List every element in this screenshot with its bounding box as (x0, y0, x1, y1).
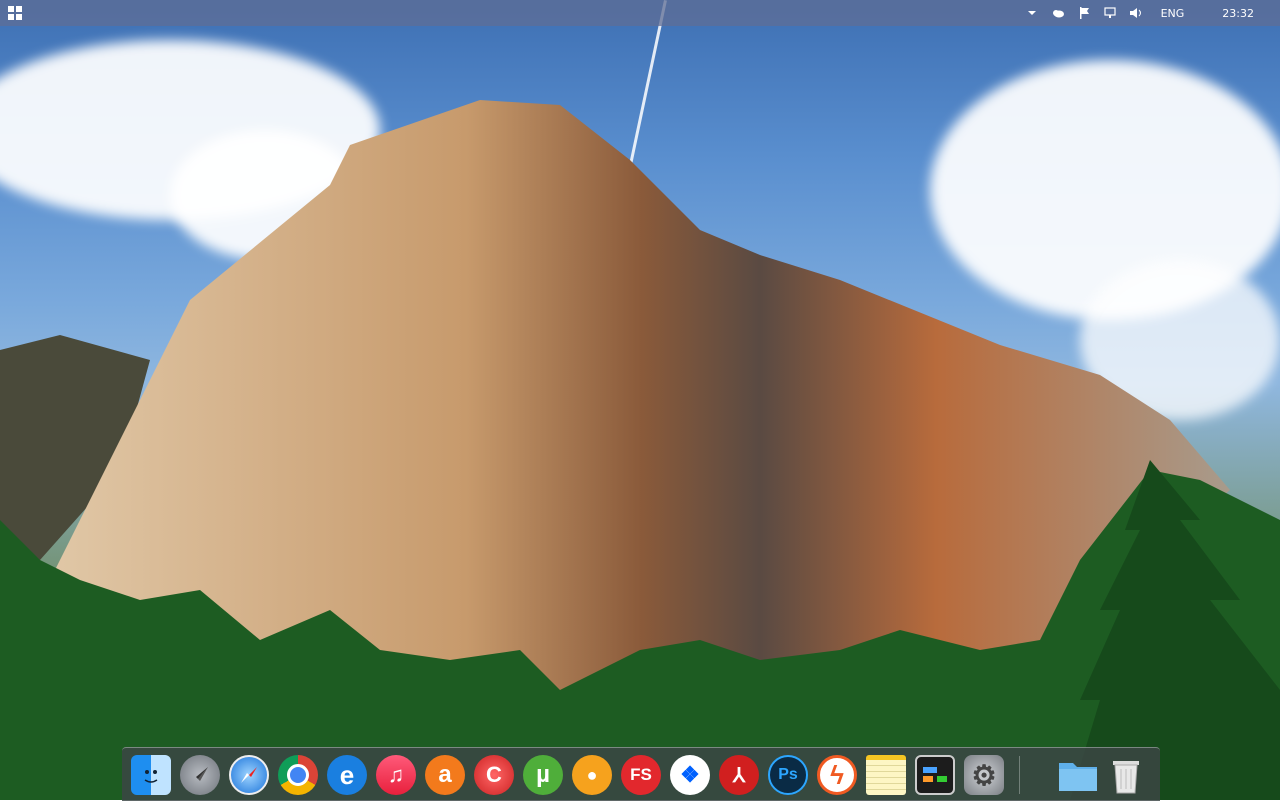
windows-logo-icon[interactable] (8, 6, 22, 20)
landscape (0, 100, 1280, 800)
gom-icon[interactable]: ● (572, 755, 612, 795)
desktop-wallpaper (0, 0, 1280, 800)
el-capitan-rock (55, 100, 1230, 700)
system-tray: ENG 23:32 (1025, 0, 1254, 26)
notepad-icon[interactable] (866, 755, 906, 795)
clock[interactable]: 23:32 (1222, 7, 1254, 20)
dock: e ♫ a C µ ● FS ❖ ⅄ Ps ϟ ⚙ (122, 747, 1160, 801)
folder-icon[interactable] (1057, 755, 1097, 795)
volume-icon[interactable] (1129, 6, 1143, 20)
language-indicator[interactable]: ENG (1161, 7, 1185, 20)
faststone-icon[interactable]: FS (621, 755, 661, 795)
onedrive-cloud-icon[interactable] (1051, 6, 1065, 20)
trash-icon[interactable] (1106, 755, 1146, 795)
gear-icon[interactable]: ⚙ (964, 755, 1004, 795)
acrobat-icon[interactable]: ⅄ (719, 755, 759, 795)
dock-separator (1019, 756, 1020, 794)
chrome-icon[interactable] (278, 755, 318, 795)
ccleaner-icon[interactable]: C (474, 755, 514, 795)
network-icon[interactable] (1103, 6, 1117, 20)
photoshop-icon[interactable]: Ps (768, 755, 808, 795)
finder-icon[interactable] (131, 755, 171, 795)
avast-icon[interactable]: a (425, 755, 465, 795)
taskbar: ENG 23:32 (0, 0, 1280, 26)
compass-icon[interactable] (229, 755, 269, 795)
rocket-icon[interactable] (180, 755, 220, 795)
monitor-icon[interactable] (915, 755, 955, 795)
chevron-up-icon[interactable] (1025, 6, 1039, 20)
flag-icon[interactable] (1077, 6, 1091, 20)
utorrent-icon[interactable]: µ (523, 755, 563, 795)
music-note-icon[interactable]: ♫ (376, 755, 416, 795)
lightning-icon[interactable]: ϟ (817, 755, 857, 795)
ie-icon[interactable]: e (327, 755, 367, 795)
dropbox-icon[interactable]: ❖ (670, 755, 710, 795)
